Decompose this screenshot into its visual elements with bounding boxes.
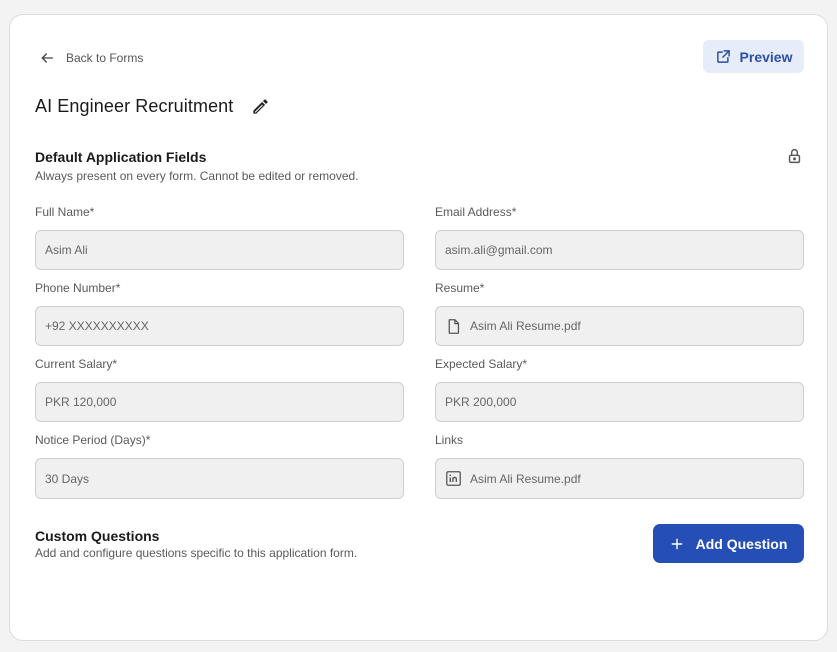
notice-period-input: 30 Days	[35, 458, 404, 499]
custom-questions-title: Custom Questions	[35, 528, 160, 544]
full-name-field: Full Name* Asim Ali	[35, 204, 404, 270]
current-salary-input: PKR 120,000	[35, 382, 404, 422]
add-question-button[interactable]: Add Question	[653, 524, 804, 563]
default-fields-header: Default Application Fields Always presen…	[35, 149, 359, 183]
add-question-label: Add Question	[695, 535, 788, 552]
field-value: Asim Ali	[45, 243, 88, 257]
field-label: Resume*	[435, 281, 485, 295]
linkedin-icon	[446, 471, 461, 486]
phone-number-field: Phone Number* +92 XXXXXXXXXX	[35, 280, 404, 346]
field-value: 30 Days	[45, 471, 90, 486]
email-address-field: Email Address* asim.ali@gmail.com	[435, 204, 804, 270]
lock-icon	[788, 148, 801, 164]
field-label: Links	[435, 433, 464, 447]
external-link-icon	[716, 50, 730, 63]
default-fields-subtitle: Always present on every form. Cannot be …	[35, 169, 359, 183]
preview-label: Preview	[739, 48, 793, 65]
field-label: Phone Number*	[35, 281, 121, 295]
field-label: Expected Salary*	[435, 357, 528, 371]
custom-questions-header: Custom Questions Add and configure quest…	[35, 528, 357, 560]
email-address-input: asim.ali@gmail.com	[435, 230, 804, 270]
custom-questions-subtitle: Add and configure questions specific to …	[35, 546, 358, 560]
form-title-row: AI Engineer Recruitment	[35, 94, 270, 118]
links-field: Links Asim Ali Resume.pdf	[435, 432, 804, 499]
resume-input: Asim Ali Resume.pdf	[435, 306, 804, 346]
expected-salary-field: Expected Salary* PKR 200,000	[435, 356, 804, 422]
file-icon	[448, 318, 460, 334]
phone-number-input: +92 XXXXXXXXXX	[35, 306, 404, 346]
default-fields-title: Default Application Fields	[35, 149, 207, 165]
field-value: PKR 120,000	[45, 395, 117, 409]
field-label: Current Salary*	[35, 357, 118, 371]
notice-period-field: Notice Period (Days)* 30 Days	[35, 432, 404, 499]
links-input: Asim Ali Resume.pdf	[435, 458, 804, 499]
pencil-icon[interactable]	[251, 97, 270, 116]
expected-salary-input: PKR 200,000	[435, 382, 804, 422]
resume-field: Resume* Asim Ali Resume.pdf	[435, 280, 804, 346]
field-value: PKR 200,000	[445, 395, 517, 409]
field-value: +92 XXXXXXXXXX	[45, 319, 149, 333]
arrow-left-icon	[41, 53, 53, 63]
field-label: Full Name*	[35, 205, 95, 219]
field-label: Email Address*	[435, 205, 517, 219]
field-value: asim.ali@gmail.com	[445, 243, 553, 257]
plus-icon	[671, 538, 682, 549]
back-to-forms-label: Back to Forms	[66, 51, 144, 65]
back-to-forms-link[interactable]: Back to Forms	[39, 49, 143, 67]
current-salary-field: Current Salary* PKR 120,000	[35, 356, 404, 422]
page-title: AI Engineer Recruitment	[35, 95, 234, 116]
field-value: Asim Ali Resume.pdf	[470, 319, 581, 333]
field-value: Asim Ali Resume.pdf	[470, 471, 581, 486]
full-name-input: Asim Ali	[35, 230, 404, 270]
preview-button[interactable]: Preview	[703, 40, 804, 73]
field-label: Notice Period (Days)*	[35, 433, 151, 447]
